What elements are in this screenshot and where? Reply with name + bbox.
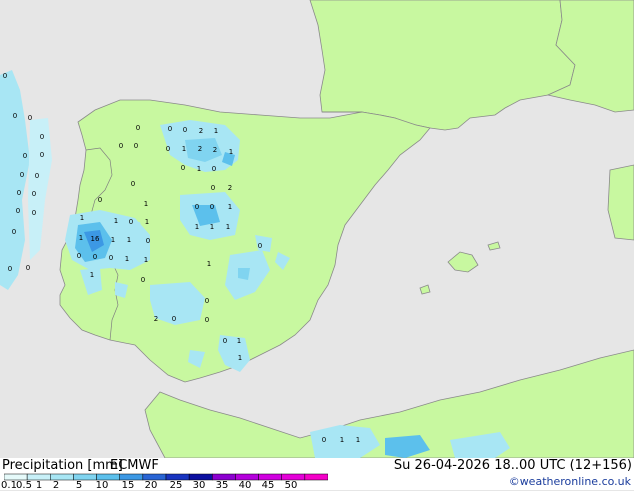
station-value: 1 [195, 223, 199, 231]
station-value: 0 [32, 209, 36, 217]
station-value: 1 [90, 271, 94, 279]
station-value: 1 [79, 234, 83, 242]
station-value: 0 [134, 142, 138, 150]
station-value: 1 [238, 354, 242, 362]
station-value: 0 [172, 315, 176, 323]
station-value: 1 [114, 217, 118, 225]
scale-label: 2 [52, 480, 60, 491]
station-value: 1 [144, 256, 148, 264]
scale-label: 25 [169, 480, 183, 491]
scale-label: 5 [75, 480, 83, 491]
scale-label: 20 [144, 480, 158, 491]
scale-label: 45 [261, 480, 275, 491]
station-value: 2 [213, 146, 217, 154]
scale-label: 50 [284, 480, 298, 491]
station-value: 1 [127, 236, 131, 244]
station-value: 0 [212, 165, 216, 173]
station-value: 0 [205, 316, 209, 324]
station-value: 0 [136, 124, 140, 132]
station-value: 0 [322, 436, 326, 444]
station-value: 0 [205, 297, 209, 305]
scale-label: 35 [215, 480, 229, 491]
station-value: 0 [26, 264, 30, 272]
station-value: 0 [141, 276, 145, 284]
station-value: 0 [98, 196, 102, 204]
scale-label: 1 [35, 480, 43, 491]
precipitation-map: 0 0 0 2 1 0 0 0 1 2 2 1 0 1 0 0 2 0 0 1 1 1 1 1 0 0 1 1 0 1 16 1 1 1 0 0 0 0 1… [0, 0, 634, 458]
scale-label: 0.1 [1, 480, 17, 491]
station-value: 16 [91, 235, 100, 243]
model-name: ECMWF [110, 458, 159, 473]
station-value: 1 [228, 203, 232, 211]
station-value: 1 [356, 436, 360, 444]
footer: Precipitation [mm] ECMWF Su 26-04-2026 1… [0, 458, 634, 491]
station-value: 0 [129, 218, 133, 226]
station-value: 1 [340, 436, 344, 444]
station-value: 0 [195, 203, 199, 211]
station-value: 0 [119, 142, 123, 150]
station-value: 1 [237, 337, 241, 345]
station-value: 0 [13, 112, 17, 120]
station-value: 0 [20, 171, 24, 179]
station-value: 1 [125, 255, 129, 263]
station-value: 0 [77, 252, 81, 260]
station-value: 0 [12, 228, 16, 236]
station-value: 1 [210, 223, 214, 231]
scale-label: 15 [121, 480, 135, 491]
station-value: 0 [181, 164, 185, 172]
station-value: 0 [223, 337, 227, 345]
station-value: 0 [168, 125, 172, 133]
station-value: 0 [183, 126, 187, 134]
station-value: 1 [144, 200, 148, 208]
station-value: 0 [17, 189, 21, 197]
station-value: 0 [28, 114, 32, 122]
station-value: 1 [226, 223, 230, 231]
station-value: 1 [80, 214, 84, 222]
scale-label: 40 [238, 480, 252, 491]
scale-label: 10 [95, 480, 109, 491]
valid-time: Su 26-04-2026 18..00 UTC (12+156) [393, 458, 632, 473]
station-value: 1 [111, 236, 115, 244]
station-value: 0 [32, 190, 36, 198]
station-value: 2 [198, 145, 202, 153]
station-value: 0 [211, 184, 215, 192]
map-title: Precipitation [mm] [2, 458, 123, 473]
station-value: 2 [199, 127, 203, 135]
station-value: 0 [93, 253, 97, 261]
station-value: 0 [23, 152, 27, 160]
station-value: 0 [109, 254, 113, 262]
station-value: 0 [210, 203, 214, 211]
station-value: 1 [207, 260, 211, 268]
station-value: 0 [3, 72, 7, 80]
station-value: 1 [229, 148, 233, 156]
scale-label: 0.5 [16, 480, 32, 491]
station-value: 0 [166, 145, 170, 153]
station-value: 0 [40, 151, 44, 159]
station-value: 1 [145, 218, 149, 226]
station-value: 0 [146, 237, 150, 245]
station-value: 0 [40, 133, 44, 141]
scale-label: 30 [192, 480, 206, 491]
credit-link[interactable]: ©weatheronline.co.uk [509, 475, 631, 488]
station-value: 1 [182, 145, 186, 153]
station-value: 0 [258, 242, 262, 250]
scale-labels: 0.1 0.5 1 2 5 10 15 20 25 30 35 40 45 50 [0, 480, 330, 491]
station-value: 2 [154, 315, 158, 323]
station-value: 2 [228, 184, 232, 192]
station-value: 0 [8, 265, 12, 273]
station-value: 1 [214, 127, 218, 135]
station-value: 1 [197, 165, 201, 173]
station-value: 0 [131, 180, 135, 188]
station-value: 0 [16, 207, 20, 215]
station-value: 0 [35, 172, 39, 180]
